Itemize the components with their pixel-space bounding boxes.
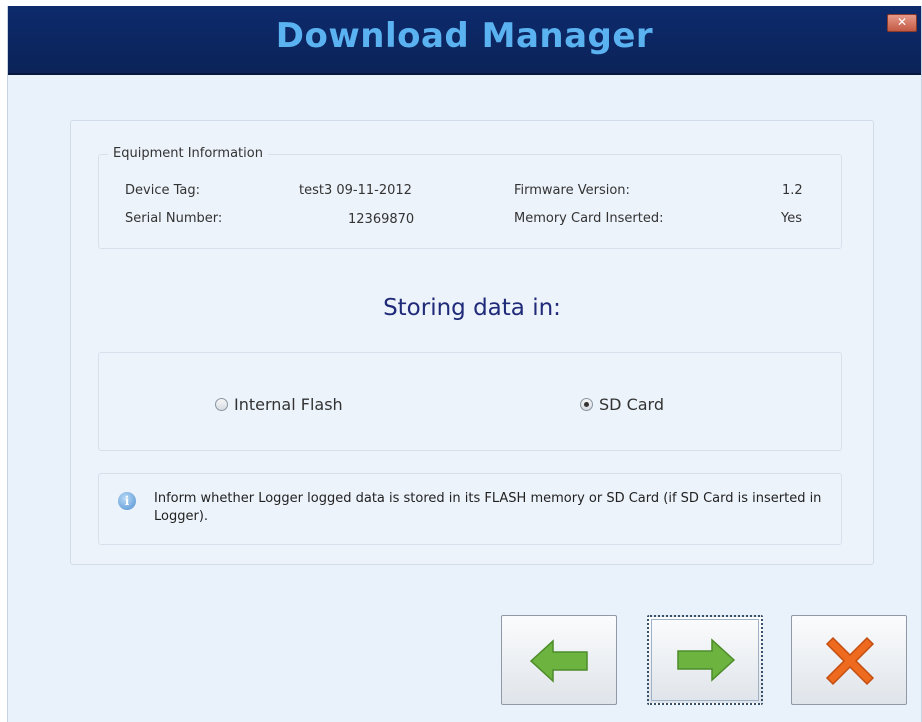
radio-internal-flash-label: Internal Flash	[234, 395, 343, 414]
close-icon: ✕	[896, 15, 908, 29]
firmware-version-value: 1.2	[782, 183, 803, 198]
back-button[interactable]	[501, 615, 617, 705]
info-icon: i	[118, 492, 136, 510]
radio-sd-card[interactable]: SD Card	[580, 395, 664, 414]
download-manager-window: Download Manager ✕ Equipment Information…	[7, 6, 922, 722]
radio-sd-card-label: SD Card	[599, 395, 664, 414]
device-tag-value: test3 09-11-2012	[299, 183, 412, 198]
radio-internal-flash[interactable]: Internal Flash	[215, 395, 343, 414]
cancel-button[interactable]	[791, 615, 907, 705]
firmware-version-label: Firmware Version:	[514, 183, 630, 198]
title-bar: Download Manager ✕	[8, 6, 921, 75]
memory-card-label: Memory Card Inserted:	[514, 211, 664, 226]
serial-number-value: 12369870	[348, 212, 415, 227]
memory-card-value: Yes	[781, 211, 802, 226]
close-button[interactable]: ✕	[887, 14, 917, 32]
info-note-text: Inform whether Logger logged data is sto…	[154, 491, 822, 524]
window-title: Download Manager	[275, 16, 654, 56]
device-tag-label: Device Tag:	[125, 183, 200, 198]
radio-internal-flash-button[interactable]	[215, 398, 228, 411]
main-panel: Equipment Information Device Tag: test3 …	[70, 120, 874, 565]
equipment-info-group: Equipment Information Device Tag: test3 …	[98, 146, 842, 249]
info-note-group: i Inform whether Logger logged data is s…	[98, 473, 842, 545]
serial-number-label: Serial Number:	[125, 211, 223, 226]
storing-data-title: Storing data in:	[383, 295, 561, 321]
next-button[interactable]	[647, 615, 763, 705]
storage-options-group: Internal Flash SD Card	[98, 352, 842, 451]
left-arrow-icon	[529, 639, 588, 683]
right-arrow-icon	[677, 638, 736, 682]
cancel-x-icon	[825, 636, 875, 686]
equipment-info-legend: Equipment Information	[108, 146, 268, 161]
radio-sd-card-button[interactable]	[580, 398, 593, 411]
